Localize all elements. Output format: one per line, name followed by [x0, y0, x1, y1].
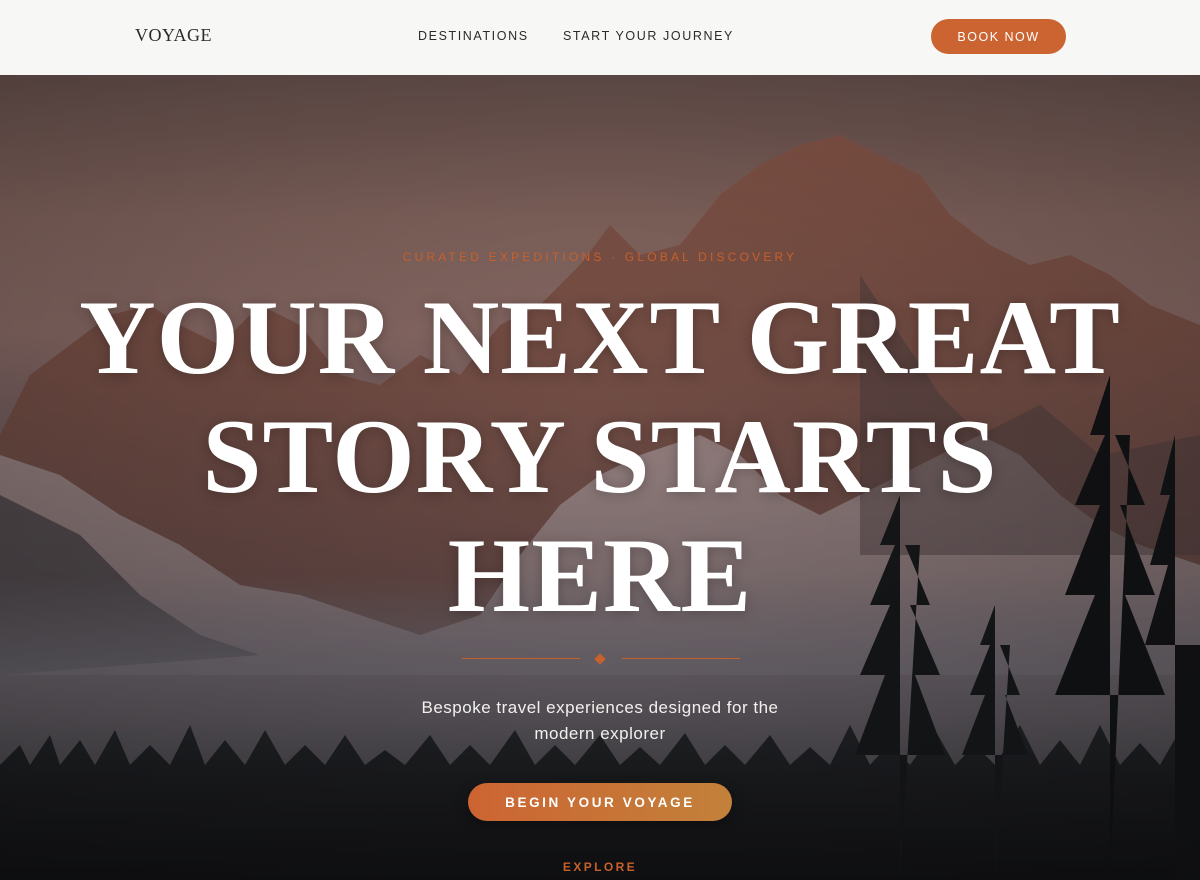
begin-your-voyage-button[interactable]: BEGIN YOUR VOYAGE [468, 783, 732, 821]
hero-section: CURATED EXPEDITIONS · GLOBAL DISCOVERY Y… [0, 75, 1200, 880]
nav-link-destinations[interactable]: DESTINATIONS [418, 29, 529, 43]
nav-link-start-your-journey[interactable]: START YOUR JOURNEY [563, 29, 734, 43]
headline-line-1: YOUR NEXT GREAT [79, 279, 1121, 396]
headline-line-3: HERE [447, 517, 753, 634]
headline-line-2: STORY STARTS [202, 398, 998, 515]
diamond-icon [594, 653, 606, 665]
divider-line-left [462, 658, 580, 659]
hero-divider [462, 653, 740, 665]
divider-line-right [622, 658, 740, 659]
hero-eyebrow: CURATED EXPEDITIONS · GLOBAL DISCOVERY [402, 250, 798, 264]
book-now-button[interactable]: BOOK NOW [931, 19, 1066, 54]
explore-link[interactable]: EXPLORE [0, 860, 1200, 874]
hero-subtitle: Bespoke travel experiences designed for … [421, 698, 779, 743]
logo[interactable]: VOYAGE [135, 25, 212, 46]
site-header: VOYAGE DESTINATIONS START YOUR JOURNEY B… [0, 0, 1200, 75]
hero-headline: YOUR NEXT GREAT STORY STARTS HERE [0, 278, 1200, 635]
